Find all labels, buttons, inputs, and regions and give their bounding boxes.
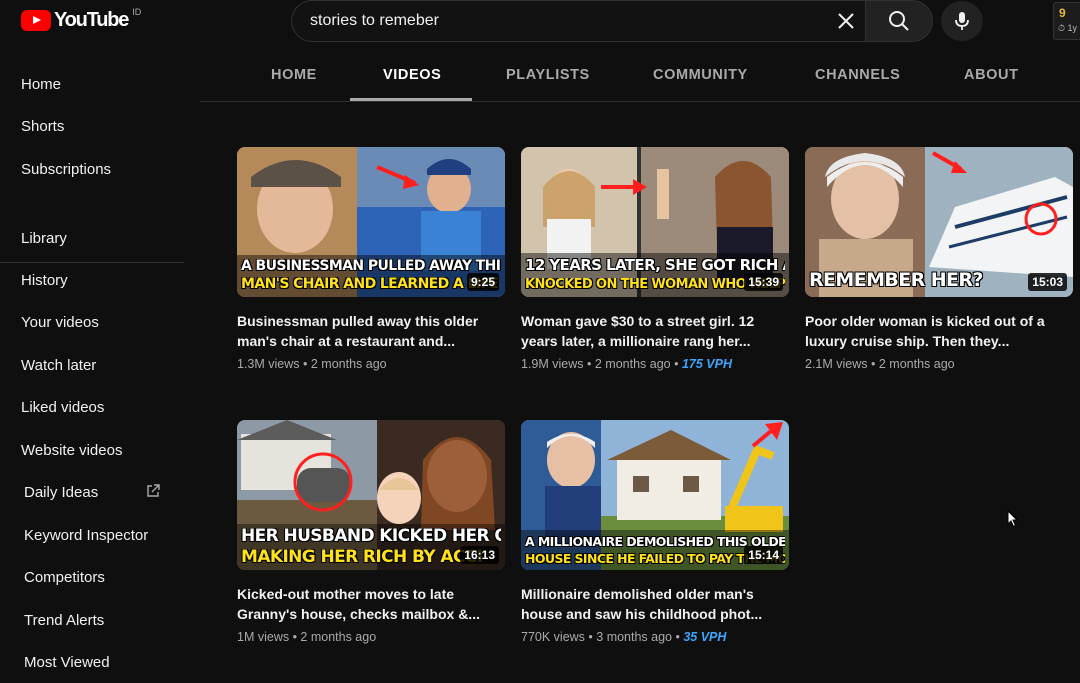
extension-count: 9 xyxy=(1059,6,1066,20)
tab-home[interactable]: HOME xyxy=(271,67,317,83)
tab-videos[interactable]: VIDEOS xyxy=(383,67,441,83)
youtube-logo[interactable]: YouTube ID xyxy=(21,6,142,32)
video-age: 2 months ago xyxy=(594,357,671,371)
sidebar-item-shorts[interactable]: Shorts xyxy=(21,118,64,135)
video-duration: 9:25 xyxy=(466,273,499,291)
sidebar-item-trend-alerts[interactable]: Trend Alerts xyxy=(24,612,104,629)
video-title[interactable]: Poor older woman is kicked out of a luxu… xyxy=(805,311,1065,353)
video-thumbnail[interactable]: 12 YEARS LATER, SHE GOT RICH AND KNOCKED… xyxy=(521,147,789,297)
sidebar-item-history[interactable]: History xyxy=(21,272,68,289)
video-thumbnail[interactable]: A MILLIONAIRE DEMOLISHED THIS OLDER MAN'… xyxy=(521,420,789,570)
video-views: 2.1M views xyxy=(805,357,868,371)
external-link-icon[interactable] xyxy=(146,484,160,498)
video-duration: 15:14 xyxy=(744,546,783,564)
top-bar: YouTube ID stories to remeber 9 ⏱ 1y xyxy=(0,0,1080,44)
sidebar-item-liked-videos[interactable]: Liked videos xyxy=(21,399,104,416)
tab-channels[interactable]: CHANNELS xyxy=(815,67,900,83)
mic-icon xyxy=(955,12,969,30)
video-meta: 1M views • 2 months ago xyxy=(237,630,377,644)
video-duration: 15:03 xyxy=(1028,273,1067,291)
search-box[interactable]: stories to remeber xyxy=(291,0,865,42)
tab-community[interactable]: COMMUNITY xyxy=(653,67,748,83)
tab-about[interactable]: ABOUT xyxy=(964,67,1019,83)
video-meta: 2.1M views • 2 months ago xyxy=(805,357,955,371)
video-views: 1M views xyxy=(237,630,290,644)
clear-icon[interactable] xyxy=(835,10,857,32)
sidebar-item-daily-ideas[interactable]: Daily Ideas xyxy=(24,484,98,501)
thumbnail-caption-line-1: A BUSINESSMAN PULLED AWAY THIS OLDER xyxy=(241,259,501,273)
tab-playlists[interactable]: PLAYLISTS xyxy=(506,67,590,83)
voice-search-button[interactable] xyxy=(941,1,983,41)
sidebar-item-home[interactable]: Home xyxy=(21,76,61,93)
video-duration: 15:39 xyxy=(744,273,783,291)
thumbnail-caption-line-1: 12 YEARS LATER, SHE GOT RICH AND xyxy=(525,258,785,273)
video-card[interactable]: A MILLIONAIRE DEMOLISHED THIS OLDER MAN'… xyxy=(521,420,789,644)
video-vph: 175 VPH xyxy=(681,357,732,371)
video-age: 2 months ago xyxy=(300,630,377,644)
video-card[interactable]: REMEMBER HER? 15:03 Poor older woman is … xyxy=(805,147,1073,371)
video-meta: 1.9M views • 2 months ago • 175 VPH xyxy=(521,357,732,371)
thumbnail-image xyxy=(237,147,505,297)
video-title[interactable]: Woman gave $30 to a street girl. 12 year… xyxy=(521,311,781,353)
extension-sub: ⏱ 1y xyxy=(1058,23,1078,33)
sidebar-item-subscriptions[interactable]: Subscriptions xyxy=(21,161,111,178)
sidebar-item-your-videos[interactable]: Your videos xyxy=(21,314,99,331)
sidebar-item-library[interactable]: Library xyxy=(21,230,67,247)
video-age: 3 months ago xyxy=(596,630,673,644)
video-views: 770K views xyxy=(521,630,585,644)
video-age: 2 months ago xyxy=(310,357,387,371)
search-button[interactable] xyxy=(865,0,933,42)
youtube-logo-icon xyxy=(21,10,51,31)
sidebar-divider xyxy=(0,262,184,263)
sidebar-item-keyword-inspector[interactable]: Keyword Inspector xyxy=(24,527,148,544)
thumbnail-caption-line-1: HER HUSBAND KICKED HER OUT xyxy=(241,528,501,545)
video-title[interactable]: Kicked-out mother moves to late Granny's… xyxy=(237,584,497,626)
mouse-pointer-icon xyxy=(1007,510,1019,528)
video-views: 1.9M views xyxy=(521,357,584,371)
channel-tabs: HOME VIDEOS PLAYLISTS COMMUNITY CHANNELS… xyxy=(200,54,1080,102)
video-vph: 35 VPH xyxy=(683,630,727,644)
video-thumbnail[interactable]: A BUSINESSMAN PULLED AWAY THIS OLDER MAN… xyxy=(237,147,505,297)
video-age: 2 months ago xyxy=(878,357,955,371)
sidebar-item-watch-later[interactable]: Watch later xyxy=(21,357,96,374)
video-duration: 16:13 xyxy=(460,546,499,564)
thumbnail-caption-line-2: MAN'S CHAIR AND LEARNED A LIFE L xyxy=(241,277,501,291)
video-card[interactable]: 12 YEARS LATER, SHE GOT RICH AND KNOCKED… xyxy=(521,147,789,371)
video-thumbnail[interactable]: HER HUSBAND KICKED HER OUT MAKING HER RI… xyxy=(237,420,505,570)
sidebar-item-most-viewed[interactable]: Most Viewed xyxy=(24,654,110,671)
video-views: 1.3M views xyxy=(237,357,300,371)
search-icon xyxy=(889,11,909,31)
logo-country-code: ID xyxy=(132,6,142,17)
video-card[interactable]: A BUSINESSMAN PULLED AWAY THIS OLDER MAN… xyxy=(237,147,505,371)
sidebar-item-website-videos[interactable]: Website videos xyxy=(21,442,122,459)
video-card[interactable]: HER HUSBAND KICKED HER OUT MAKING HER RI… xyxy=(237,420,505,644)
video-title[interactable]: Businessman pulled away this older man's… xyxy=(237,311,497,353)
video-meta: 1.3M views • 2 months ago xyxy=(237,357,387,371)
video-thumbnail[interactable]: REMEMBER HER? 15:03 xyxy=(805,147,1073,297)
video-meta: 770K views • 3 months ago • 35 VPH xyxy=(521,630,727,644)
logo-text: YouTube xyxy=(54,9,129,31)
active-tab-indicator xyxy=(350,98,472,101)
extension-badge[interactable]: 9 ⏱ 1y xyxy=(1053,2,1080,40)
sidebar-item-competitors[interactable]: Competitors xyxy=(24,569,105,586)
search-input[interactable]: stories to remeber xyxy=(310,12,439,30)
video-title[interactable]: Millionaire demolished older man's house… xyxy=(521,584,781,626)
